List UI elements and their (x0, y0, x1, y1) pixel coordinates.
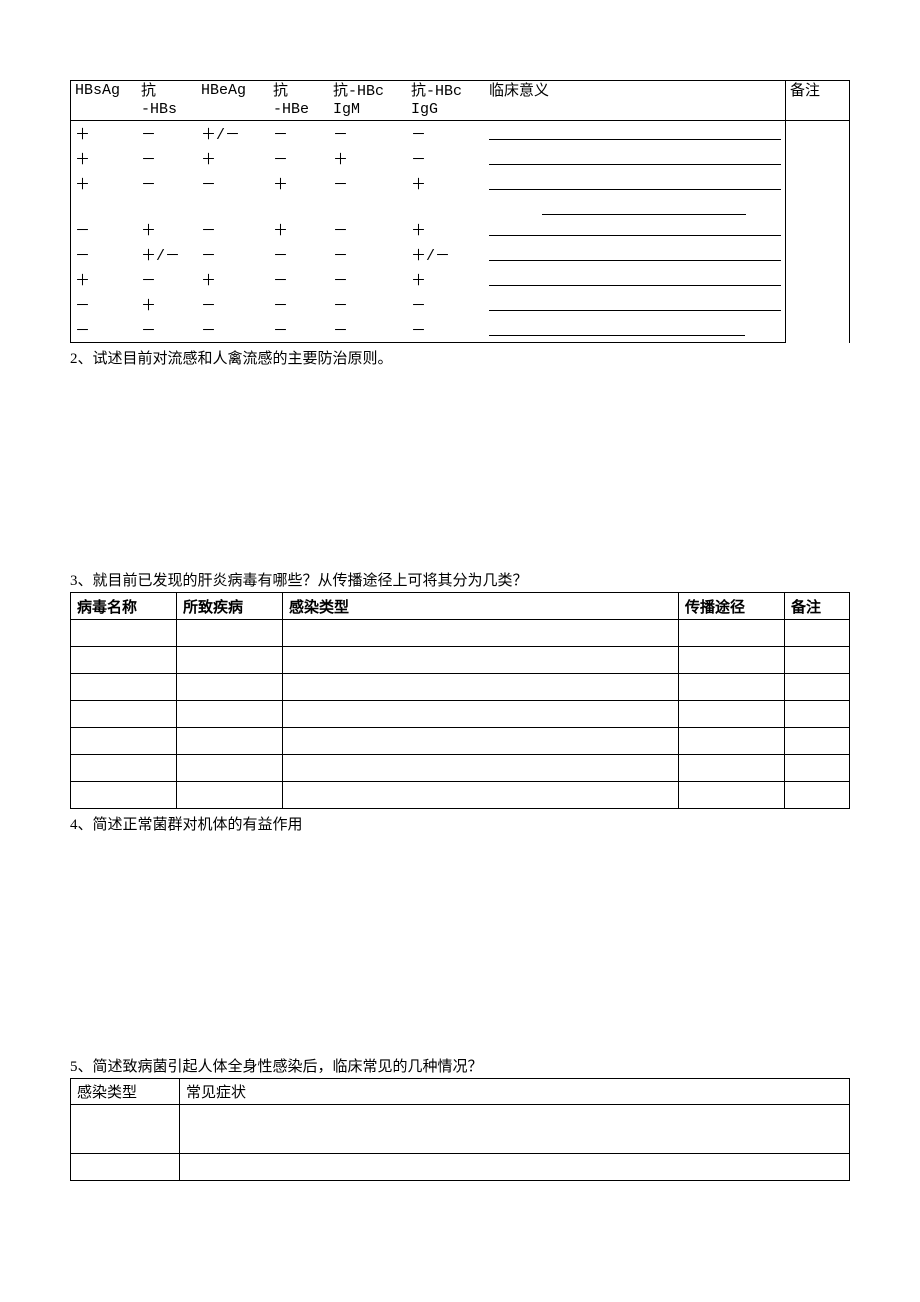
col-remarks: 备注 (785, 593, 850, 620)
answer-blank[interactable] (485, 292, 786, 317)
table-row: ＋ － ＋/－ － － － (71, 121, 850, 147)
col-anti-hbc-igg: 抗-HBcIgG (407, 81, 485, 121)
hepatitis-virus-table: 病毒名称 所致疾病 感染类型 传播途径 备注 (70, 592, 850, 809)
table-header-row: HBsAg 抗-HBs HBeAg 抗-HBe 抗-HBcIgM 抗-HBcIg… (71, 81, 850, 121)
col-remarks: 备注 (786, 81, 850, 121)
question-4: 4、简述正常菌群对机体的有益作用 (70, 813, 850, 834)
table-row[interactable] (71, 620, 850, 647)
col-anti-hbs: 抗-HBs (137, 81, 197, 121)
question-3: 3、就目前已发现的肝炎病毒有哪些？从传播途径上可将其分为几类？ (70, 569, 850, 590)
col-clinical-meaning: 临床意义 (485, 81, 786, 121)
col-virus-name: 病毒名称 (71, 593, 177, 620)
table-row[interactable] (71, 701, 850, 728)
table-row: ＋ － ＋ － ＋ － (71, 146, 850, 171)
answer-blank[interactable] (485, 267, 786, 292)
answer-blank[interactable] (485, 242, 786, 267)
answer-space[interactable] (70, 836, 850, 1051)
table-row[interactable] (71, 674, 850, 701)
answer-blank[interactable] (485, 317, 786, 343)
table-row: － ＋/－ － － － ＋/－ (71, 242, 850, 267)
table-header-row: 感染类型 常见症状 (71, 1079, 850, 1105)
answer-blank[interactable] (485, 121, 786, 147)
col-anti-hbe: 抗-HBe (269, 81, 329, 121)
answer-blank[interactable] (485, 217, 786, 242)
table-row[interactable] (71, 728, 850, 755)
table-row[interactable] (71, 782, 850, 809)
table-row (71, 196, 850, 217)
table-row[interactable] (71, 1105, 850, 1154)
question-5: 5、简述致病菌引起人体全身性感染后，临床常见的几种情况？ (70, 1055, 850, 1076)
col-disease: 所致疾病 (177, 593, 283, 620)
table-row: － ＋ － ＋ － ＋ (71, 217, 850, 242)
table-row: － ＋ － － － － (71, 292, 850, 317)
col-transmission: 传播途径 (679, 593, 785, 620)
answer-blank[interactable] (485, 196, 786, 217)
table-row: ＋ － － ＋ － ＋ (71, 171, 850, 196)
answer-space[interactable] (70, 370, 850, 565)
col-infection-type: 感染类型 (71, 1079, 180, 1105)
remarks-cell[interactable] (786, 121, 850, 343)
table-row: ＋ － ＋ － － ＋ (71, 267, 850, 292)
systemic-infection-table: 感染类型 常见症状 (70, 1078, 850, 1181)
answer-blank[interactable] (485, 171, 786, 196)
col-symptoms: 常见症状 (180, 1079, 850, 1105)
table-row: － － － － － － (71, 317, 850, 343)
question-2: 2、试述目前对流感和人禽流感的主要防治原则。 (70, 347, 850, 368)
hbv-serology-table: HBsAg 抗-HBs HBeAg 抗-HBe 抗-HBcIgM 抗-HBcIg… (70, 80, 850, 343)
col-hbsag: HBsAg (71, 81, 138, 121)
table-row[interactable] (71, 1154, 850, 1181)
col-hbeag: HBeAg (197, 81, 269, 121)
table-row[interactable] (71, 755, 850, 782)
table-header-row: 病毒名称 所致疾病 感染类型 传播途径 备注 (71, 593, 850, 620)
col-anti-hbc-igm: 抗-HBcIgM (329, 81, 407, 121)
col-infection-type: 感染类型 (283, 593, 679, 620)
table-row[interactable] (71, 647, 850, 674)
answer-blank[interactable] (485, 146, 786, 171)
